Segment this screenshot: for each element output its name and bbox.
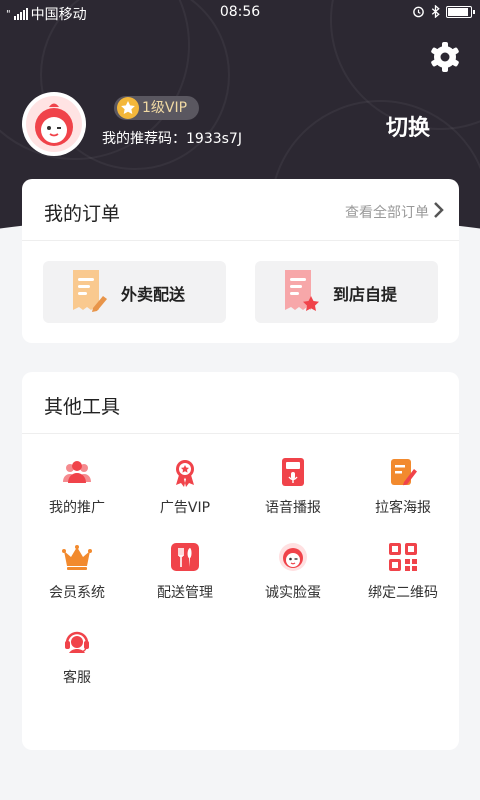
clock: 08:56 <box>219 4 261 20</box>
orders-header: 我的订单 查看全部订单 <box>22 179 459 241</box>
pickup-receipt-icon <box>285 270 319 311</box>
medal-icon <box>176 460 194 487</box>
switch-button[interactable]: 切换 <box>386 110 430 142</box>
tool-my-promotion[interactable]: 我的推广 <box>22 457 132 537</box>
tool-ad-vip[interactable]: 广告VIP <box>130 457 240 537</box>
mascot-face-icon <box>35 103 73 146</box>
vip-level-label: 1级VIP <box>142 100 188 116</box>
qrcode-icon <box>389 543 417 571</box>
avatar[interactable] <box>22 92 86 156</box>
delivery-order-button[interactable]: 外卖配送 <box>43 261 226 323</box>
tool-label: 客服 <box>63 670 91 686</box>
tools-header: 其他工具 <box>22 372 459 434</box>
tool-label: 广告VIP <box>159 500 211 516</box>
orders-card: 我的订单 查看全部订单 外卖配送 到店自提 <box>22 179 459 343</box>
microphone-icon <box>282 458 304 486</box>
alarm-icon <box>413 6 424 18</box>
tool-poster[interactable]: 拉客海报 <box>348 457 458 537</box>
tool-label: 会员系统 <box>49 585 105 601</box>
tool-label: 诚实脸蛋 <box>265 585 321 601</box>
tools-title: 其他工具 <box>44 396 121 418</box>
delivery-receipt-icon <box>73 270 107 312</box>
face-icon <box>279 543 307 571</box>
tool-voice-broadcast[interactable]: 语音播报 <box>238 457 348 537</box>
crown-icon <box>62 545 92 570</box>
view-all-orders-link[interactable]: 查看全部订单 <box>345 202 429 222</box>
tool-customer-service[interactable]: 客服 <box>22 627 132 707</box>
tool-label: 绑定二维码 <box>368 585 438 601</box>
headset-icon <box>65 631 89 653</box>
tool-label: 配送管理 <box>157 585 213 601</box>
settings-gear-icon[interactable] <box>428 40 462 74</box>
cutlery-icon <box>171 543 199 571</box>
tool-label: 我的推广 <box>49 500 105 516</box>
tool-label: 语音播报 <box>265 500 321 516</box>
pickup-order-label: 到店自提 <box>333 285 398 304</box>
tool-delivery-management[interactable]: 配送管理 <box>130 542 240 622</box>
tool-bind-qrcode[interactable]: 绑定二维码 <box>348 542 458 622</box>
status-bar: " 中国移动 08:56 <box>0 0 480 26</box>
tools-card: 其他工具 我的推广 广告VIP 语音播报 拉客海报 会员系统 配送管理 诚实脸蛋… <box>22 372 459 750</box>
orders-title: 我的订单 <box>44 203 121 225</box>
vip-badge: 1级VIP <box>114 96 200 120</box>
chevron-right-icon[interactable] <box>432 201 446 219</box>
referral-code: 我的推荐码：1933s7J <box>102 131 242 147</box>
delivery-order-label: 外卖配送 <box>121 285 186 304</box>
battery-icon <box>446 5 475 18</box>
pickup-order-button[interactable]: 到店自提 <box>255 261 438 323</box>
poster-icon <box>391 459 417 486</box>
tool-honest-face[interactable]: 诚实脸蛋 <box>238 542 348 622</box>
tool-membership[interactable]: 会员系统 <box>22 542 132 622</box>
bluetooth-icon <box>431 5 440 18</box>
people-icon <box>63 461 91 483</box>
tool-label: 拉客海报 <box>375 500 431 516</box>
star-badge-icon <box>117 97 139 119</box>
